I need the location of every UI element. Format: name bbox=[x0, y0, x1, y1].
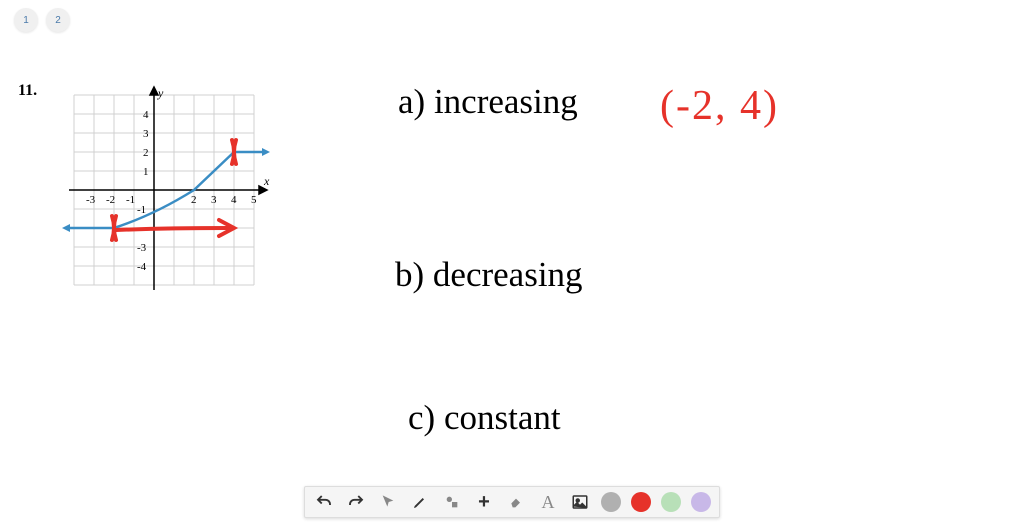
color-green[interactable] bbox=[661, 492, 681, 512]
answer-b-label: b) decreasing bbox=[395, 255, 583, 295]
svg-text:3: 3 bbox=[143, 128, 149, 140]
svg-text:-2: -2 bbox=[106, 194, 115, 206]
page-tab-2[interactable]: 2 bbox=[46, 8, 70, 32]
answer-a-label: a) increasing bbox=[398, 82, 578, 122]
color-purple[interactable] bbox=[691, 492, 711, 512]
color-red[interactable] bbox=[631, 492, 651, 512]
svg-text:y: y bbox=[157, 86, 164, 100]
redo-button[interactable] bbox=[345, 491, 367, 513]
answer-c-label: c) constant bbox=[408, 398, 561, 438]
svg-text:5: 5 bbox=[251, 194, 257, 206]
svg-text:x: x bbox=[263, 174, 270, 188]
undo-button[interactable] bbox=[313, 491, 335, 513]
svg-text:-1: -1 bbox=[137, 204, 146, 216]
page-tab-1[interactable]: 1 bbox=[14, 8, 38, 32]
svg-text:4: 4 bbox=[143, 109, 149, 121]
text-button[interactable]: A bbox=[537, 491, 559, 513]
answer-a-interval: (-2, 4) bbox=[660, 82, 779, 130]
eraser-button[interactable] bbox=[505, 491, 527, 513]
svg-text:1: 1 bbox=[143, 166, 149, 178]
shapes-button[interactable] bbox=[441, 491, 463, 513]
question-number: 11. bbox=[18, 82, 37, 100]
image-button[interactable] bbox=[569, 491, 591, 513]
pen-button[interactable] bbox=[409, 491, 431, 513]
svg-text:4: 4 bbox=[231, 194, 237, 206]
svg-text:-4: -4 bbox=[137, 261, 147, 273]
svg-text:-1: -1 bbox=[126, 194, 135, 206]
svg-text:2: 2 bbox=[143, 147, 149, 159]
color-gray[interactable] bbox=[601, 492, 621, 512]
pointer-button[interactable] bbox=[377, 491, 399, 513]
svg-text:3: 3 bbox=[211, 194, 217, 206]
toolbar: + A bbox=[304, 486, 720, 518]
plus-button[interactable]: + bbox=[473, 491, 495, 513]
svg-text:-3: -3 bbox=[137, 242, 147, 254]
svg-text:-3: -3 bbox=[86, 194, 96, 206]
page-tabs: 1 2 bbox=[14, 8, 70, 32]
graph-figure: y x 4 3 2 1 -1 -3 -4 -3 -2 -1 2 3 4 5 bbox=[54, 85, 276, 303]
svg-text:2: 2 bbox=[191, 194, 197, 206]
graph-svg: y x 4 3 2 1 -1 -3 -4 -3 -2 -1 2 3 4 5 bbox=[54, 85, 276, 303]
